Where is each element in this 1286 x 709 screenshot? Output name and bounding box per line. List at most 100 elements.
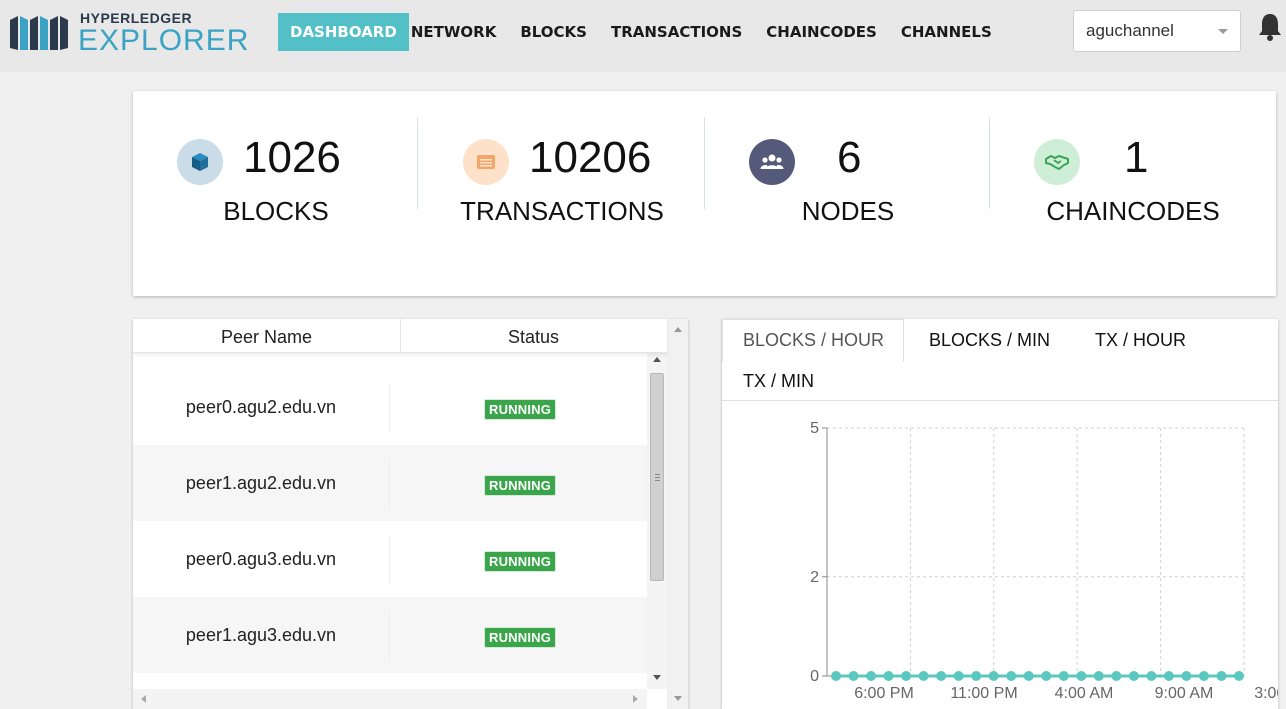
- data-point: [918, 671, 929, 681]
- stats-card: 1026 BLOCKS 10206 TRANSACTIONS 6 NODES 1…: [133, 91, 1276, 296]
- users-icon: [749, 139, 795, 185]
- blocks-per-hour-chart: 0 2 5 6:00 PM 11:00 PM 4:00 AM 9:00 AM 3:00 PM: [810, 420, 1278, 702]
- x-tick-label: 3:00 PM: [1254, 685, 1278, 702]
- x-tick-label: 11:00 PM: [950, 685, 1017, 702]
- nav-dashboard[interactable]: DASHBOARD: [278, 13, 409, 51]
- top-navbar: HYPERLEDGER EXPLORER DASHBOARD NETWORK B…: [0, 0, 1286, 72]
- data-point: [883, 671, 894, 681]
- data-point: [831, 671, 841, 681]
- peer-table-header: Peer Name Status: [133, 319, 667, 353]
- stat-divider: [417, 117, 418, 209]
- y-tick-label: 5: [810, 420, 819, 437]
- tab-tx-hour[interactable]: TX / HOUR: [1095, 330, 1186, 351]
- table-row[interactable]: peer0.agu2.edu.vn RUNNING: [133, 369, 647, 445]
- data-point: [1198, 671, 1209, 681]
- cell-divider: [389, 535, 390, 585]
- handshake-icon: [1034, 139, 1080, 185]
- stat-nodes-label: NODES: [801, 196, 895, 226]
- data-point: [1111, 671, 1122, 681]
- peer-table: Peer Name Status peer0.agu2.edu.vn RUNNI…: [133, 319, 688, 709]
- stat-blocks: 1026 BLOCKS: [133, 91, 419, 251]
- data-point: [953, 671, 964, 681]
- stat-transactions-value: 10206: [529, 133, 652, 182]
- peer-name: peer0.agu2.edu.vn: [185, 397, 337, 417]
- x-tick-label: 9:00 AM: [1155, 685, 1214, 702]
- cell-divider: [389, 611, 390, 661]
- peer-name: peer0.agu3.edu.vn: [185, 549, 337, 569]
- logo-text-bottom: EXPLORER: [78, 24, 250, 57]
- outer-scrollbar[interactable]: [667, 319, 688, 709]
- vertical-scrollbar[interactable]: [647, 353, 667, 689]
- scroll-right-icon[interactable]: [633, 695, 638, 703]
- x-tick-label: 4:00 AM: [1055, 685, 1114, 702]
- tab-blocks-min[interactable]: BLOCKS / MIN: [929, 330, 1050, 351]
- scroll-left-icon[interactable]: [141, 695, 146, 703]
- column-peer-name[interactable]: Peer Name: [133, 327, 400, 348]
- y-tick-label: 2: [810, 569, 819, 586]
- nav-network[interactable]: NETWORK: [411, 23, 497, 41]
- stat-transactions: 10206 TRANSACTIONS: [419, 91, 705, 251]
- data-point: [1216, 671, 1227, 681]
- bell-icon[interactable]: [1258, 12, 1282, 42]
- stat-transactions-label: TRANSACTIONS: [460, 196, 664, 226]
- data-point: [1041, 671, 1052, 681]
- data-point: [1076, 671, 1087, 681]
- chart-tabs: BLOCKS / HOUR BLOCKS / MIN TX / HOUR TX …: [722, 319, 1278, 401]
- tab-blocks-hour[interactable]: BLOCKS / HOUR: [722, 319, 905, 362]
- data-point: [1163, 671, 1174, 681]
- stat-nodes: 6 NODES: [705, 91, 991, 251]
- nav-transactions[interactable]: TRANSACTIONS: [611, 23, 742, 41]
- x-tick-label: 6:00 PM: [854, 685, 914, 702]
- channel-select[interactable]: aguchannel: [1073, 10, 1241, 52]
- cube-icon: [177, 139, 223, 185]
- data-point: [1058, 671, 1069, 681]
- data-point: [1006, 671, 1017, 681]
- data-point: [901, 671, 912, 681]
- stat-nodes-value: 6: [837, 133, 862, 182]
- chevron-down-icon: [1218, 29, 1228, 34]
- stat-blocks-label: BLOCKS: [223, 196, 329, 226]
- scroll-up-icon[interactable]: [653, 357, 661, 362]
- column-status[interactable]: Status: [400, 327, 667, 348]
- table-row[interactable]: peer0.agu3.edu.vn RUNNING: [133, 521, 647, 597]
- scroll-up-icon[interactable]: [674, 327, 682, 332]
- data-point: [866, 671, 877, 681]
- data-point: [971, 671, 982, 681]
- status-badge: RUNNING: [484, 399, 557, 420]
- stat-chaincodes: 1 CHAINCODES: [990, 91, 1276, 251]
- list-icon: [463, 139, 509, 185]
- nav-chaincodes[interactable]: CHAINCODES: [766, 23, 877, 41]
- data-point: [1093, 671, 1104, 681]
- tab-tx-min[interactable]: TX / MIN: [743, 371, 814, 392]
- data-point: [936, 671, 947, 681]
- scroll-down-icon[interactable]: [653, 675, 661, 680]
- status-badge: RUNNING: [484, 475, 557, 496]
- data-point: [848, 671, 859, 681]
- horizontal-scrollbar[interactable]: [133, 689, 647, 709]
- cell-divider: [389, 383, 390, 433]
- data-point: [1128, 671, 1139, 681]
- hyperledger-explorer-logo[interactable]: HYPERLEDGER EXPLORER: [10, 10, 250, 60]
- stat-blocks-value: 1026: [243, 133, 341, 182]
- nav-blocks[interactable]: BLOCKS: [520, 23, 587, 41]
- chart-panel: BLOCKS / HOUR BLOCKS / MIN TX / HOUR TX …: [722, 319, 1278, 709]
- peer-name: peer1.agu2.edu.vn: [185, 473, 337, 493]
- logo-mark-icon: [10, 16, 68, 50]
- main-nav: DASHBOARD NETWORK BLOCKS TRANSACTIONS CH…: [278, 12, 1016, 52]
- stat-chaincodes-value: 1: [1124, 133, 1149, 182]
- status-badge: RUNNING: [484, 627, 557, 648]
- data-point: [988, 671, 999, 681]
- peer-table-body: peer0.agu2.edu.vn RUNNING peer1.agu2.edu…: [133, 353, 647, 689]
- data-point: [1181, 671, 1192, 681]
- data-point: [1234, 671, 1244, 681]
- table-row[interactable]: peer1.agu2.edu.vn RUNNING: [133, 445, 647, 521]
- table-row[interactable]: peer1.agu3.edu.vn RUNNING: [133, 597, 647, 673]
- data-point: [1023, 671, 1034, 681]
- scrollbar-thumb[interactable]: [650, 373, 664, 581]
- nav-channels[interactable]: CHANNELS: [901, 23, 992, 41]
- cell-divider: [389, 459, 390, 509]
- status-badge: RUNNING: [484, 551, 557, 572]
- stat-chaincodes-label: CHAINCODES: [1046, 196, 1220, 226]
- scroll-down-icon[interactable]: [674, 696, 682, 701]
- channel-select-value: aguchannel: [1086, 21, 1174, 40]
